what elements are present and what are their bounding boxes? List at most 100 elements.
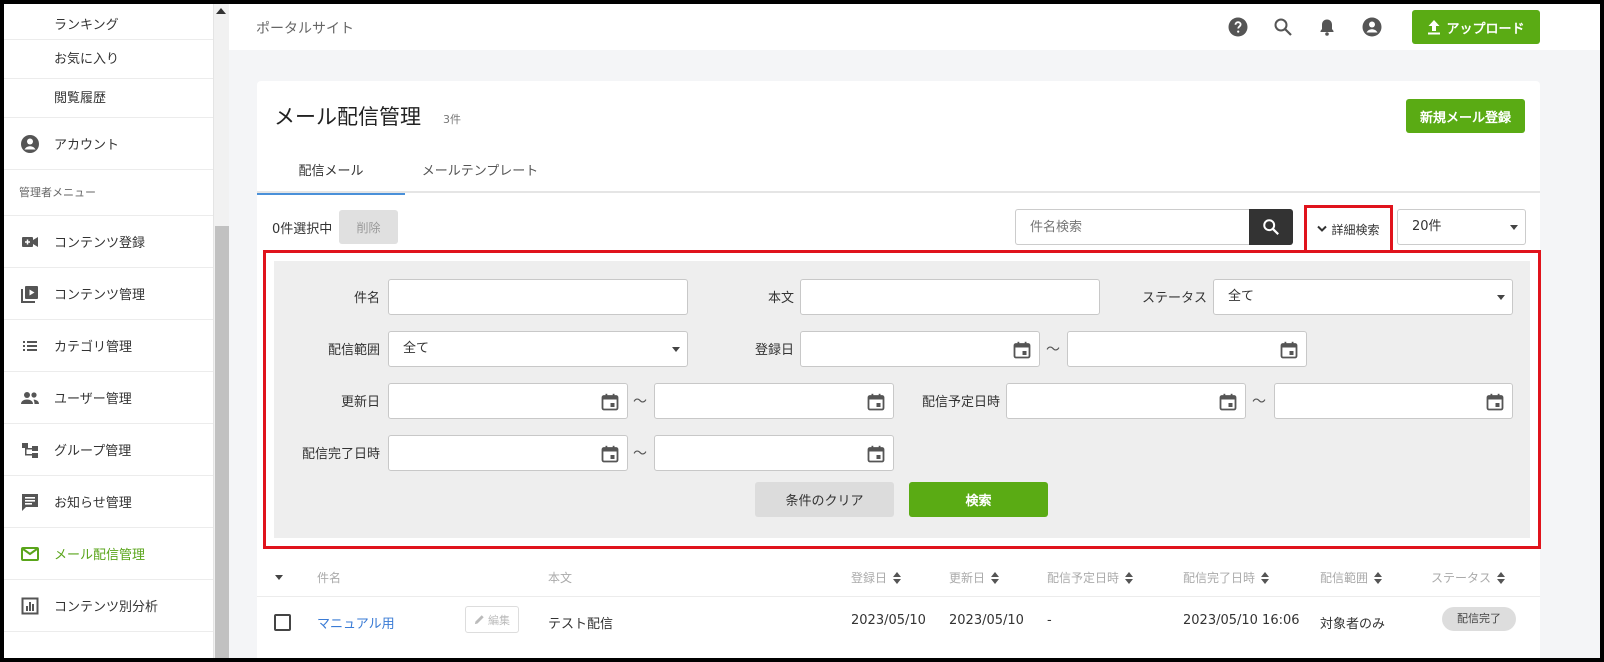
- completed-datetime-from[interactable]: [388, 435, 628, 471]
- calendar-icon[interactable]: [1219, 393, 1237, 411]
- advanced-search-toggle[interactable]: 詳細検索: [1304, 205, 1393, 253]
- sidebar-item-label: グループ管理: [54, 444, 132, 459]
- sidebar-scrollbar[interactable]: [213, 4, 229, 658]
- bell-icon[interactable]: [1317, 17, 1337, 37]
- tab-delivery-mail[interactable]: 配信メール: [257, 151, 405, 195]
- row-subject-link[interactable]: マニュアル用: [317, 613, 395, 632]
- scope-select[interactable]: 全て: [388, 331, 688, 367]
- people-icon: [20, 388, 40, 408]
- edit-button[interactable]: 編集: [465, 606, 519, 633]
- scrollbar-thumb[interactable]: [215, 226, 229, 658]
- range-separator: ～: [633, 394, 647, 410]
- tree-icon: [20, 440, 40, 460]
- admin-menu-heading: 管理者メニュー: [4, 170, 213, 216]
- sidebar-item-ranking[interactable]: ランキング: [4, 4, 213, 40]
- range-separator: ～: [1252, 394, 1266, 410]
- chevron-down-icon: [1510, 225, 1518, 230]
- account-icon: [20, 134, 40, 154]
- column-scheduled[interactable]: 配信予定日時: [1047, 569, 1134, 586]
- upload-label: アップロード: [1446, 21, 1525, 37]
- column-subject: 件名: [317, 569, 341, 586]
- per-page-select[interactable]: 20件: [1397, 209, 1526, 245]
- sort-icon[interactable]: [1497, 571, 1506, 584]
- sidebar-item-label: コンテンツ管理: [54, 288, 146, 303]
- submit-search-button[interactable]: 検索: [909, 482, 1048, 517]
- registered-date-label: 登録日: [754, 343, 794, 358]
- body-field[interactable]: [800, 279, 1100, 315]
- column-scope-label: 配信範囲: [1320, 571, 1369, 585]
- site-title[interactable]: ポータルサイト: [256, 18, 354, 38]
- range-separator: ～: [1046, 342, 1060, 358]
- sidebar-item-content-manage[interactable]: コンテンツ管理: [4, 268, 213, 320]
- scheduled-datetime-label: 配信予定日時: [921, 395, 1000, 410]
- status-select[interactable]: 全て: [1213, 279, 1513, 315]
- sort-icon[interactable]: [991, 571, 1000, 584]
- column-status-label: ステータス: [1431, 571, 1492, 585]
- row-scope: 対象者のみ: [1320, 617, 1386, 632]
- calendar-icon[interactable]: [1013, 341, 1031, 359]
- scheduled-datetime-from[interactable]: [1006, 383, 1246, 419]
- updated-date-to[interactable]: [654, 383, 894, 419]
- sidebar-item-label: アカウント: [54, 138, 120, 153]
- column-scheduled-label: 配信予定日時: [1047, 571, 1120, 585]
- delete-button[interactable]: 削除: [339, 210, 398, 244]
- advanced-search-panel: 件名 本文 ステータス 全て 配信範囲 全て 登録日 ～ 更新日 ～ 配信予定日…: [263, 250, 1541, 549]
- sidebar-item-user-manage[interactable]: ユーザー管理: [4, 372, 213, 424]
- sidebar-item-group-manage[interactable]: グループ管理: [4, 424, 213, 476]
- upload-button[interactable]: アップロード: [1412, 10, 1540, 44]
- tab-mail-template[interactable]: メールテンプレート: [405, 151, 555, 193]
- registered-date-to[interactable]: [1067, 331, 1307, 367]
- sidebar-item-favorites[interactable]: お気に入り: [4, 40, 213, 79]
- sort-icon[interactable]: [1374, 571, 1383, 584]
- scroll-up-arrow-icon[interactable]: [216, 8, 226, 14]
- column-registered[interactable]: 登録日: [851, 569, 902, 586]
- sidebar-item-label: コンテンツ別分析: [54, 600, 159, 615]
- calendar-icon[interactable]: [867, 445, 885, 463]
- account-icon[interactable]: [1362, 17, 1382, 37]
- calendar-icon[interactable]: [867, 393, 885, 411]
- completed-datetime-to[interactable]: [654, 435, 894, 471]
- calendar-icon[interactable]: [601, 393, 619, 411]
- sidebar-item-content-register[interactable]: コンテンツ登録: [4, 216, 213, 268]
- sidebar-item-history[interactable]: 閲覧履歴: [4, 79, 213, 118]
- column-status[interactable]: ステータス: [1431, 569, 1506, 586]
- search-icon[interactable]: [1273, 17, 1293, 37]
- calendar-icon[interactable]: [601, 445, 619, 463]
- sidebar-item-label: ユーザー管理: [54, 392, 132, 407]
- edit-label: 編集: [488, 613, 510, 627]
- column-scope[interactable]: 配信範囲: [1320, 569, 1383, 586]
- scope-label: 配信範囲: [327, 343, 380, 358]
- sort-icon[interactable]: [1125, 571, 1134, 584]
- announcement-icon: [20, 492, 40, 512]
- row-registered: 2023/05/10: [851, 613, 926, 628]
- calendar-icon[interactable]: [1486, 393, 1504, 411]
- help-icon[interactable]: [1228, 17, 1248, 37]
- mail-icon: [20, 544, 40, 564]
- subject-search-input[interactable]: [1015, 209, 1249, 245]
- sidebar-item-mail-manage[interactable]: メール配信管理: [4, 528, 213, 580]
- row-body: テスト配信: [548, 617, 614, 632]
- bulk-select-caret-icon[interactable]: [275, 575, 283, 580]
- updated-date-from[interactable]: [388, 383, 628, 419]
- calendar-icon[interactable]: [1280, 341, 1298, 359]
- sidebar-item-label: カテゴリ管理: [54, 340, 133, 355]
- sort-icon[interactable]: [893, 571, 902, 584]
- updated-date-label: 更新日: [340, 395, 380, 410]
- sidebar-item-label: コンテンツ登録: [54, 236, 146, 251]
- column-updated[interactable]: 更新日: [949, 569, 1000, 586]
- sidebar-item-account[interactable]: アカウント: [4, 118, 213, 170]
- row-checkbox[interactable]: [274, 614, 291, 631]
- sidebar-item-notice-manage[interactable]: お知らせ管理: [4, 476, 213, 528]
- app-window: ランキング お気に入り 閲覧履歴 アカウント 管理者メニュー コンテンツ登録 コ…: [4, 4, 1600, 658]
- sort-icon[interactable]: [1261, 571, 1270, 584]
- sidebar-item-label: お知らせ管理: [54, 496, 132, 511]
- subject-field[interactable]: [388, 279, 688, 315]
- sidebar-item-content-analytics[interactable]: コンテンツ別分析: [4, 580, 213, 632]
- clear-filters-button[interactable]: 条件のクリア: [755, 482, 894, 517]
- sidebar-item-category-manage[interactable]: カテゴリ管理: [4, 320, 213, 372]
- search-button[interactable]: [1249, 209, 1293, 245]
- scheduled-datetime-to[interactable]: [1274, 383, 1513, 419]
- new-mail-button[interactable]: 新規メール登録: [1406, 99, 1525, 133]
- column-completed[interactable]: 配信完了日時: [1183, 569, 1270, 586]
- registered-date-from[interactable]: [800, 331, 1040, 367]
